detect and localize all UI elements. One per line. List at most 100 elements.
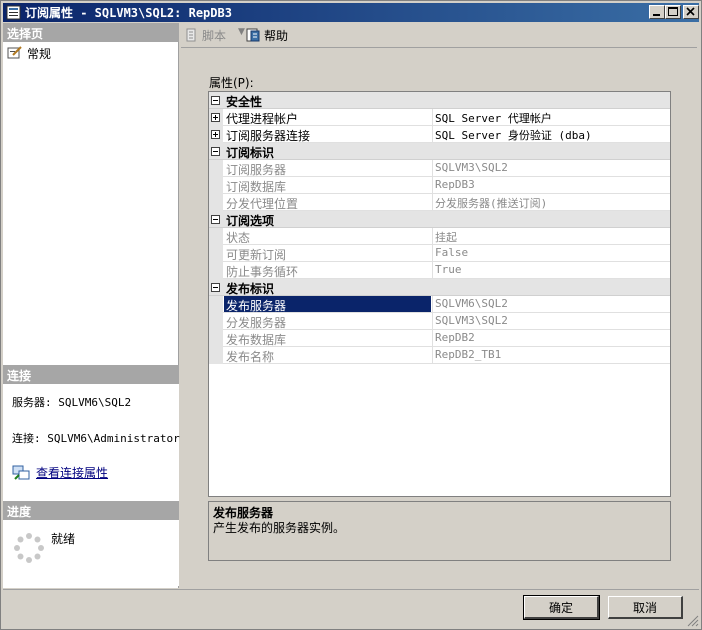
- cancel-button[interactable]: 取消: [608, 596, 683, 619]
- close-button[interactable]: [683, 5, 699, 19]
- script-icon: [186, 28, 196, 42]
- help-label: 帮助: [264, 28, 289, 43]
- row-gutter: [209, 126, 223, 143]
- category-label: 安全性: [226, 95, 263, 109]
- properties-label: 属性(P):: [209, 76, 254, 90]
- help-icon: [246, 28, 260, 42]
- property-row[interactable]: 分发服务器 SQLVM3\SQL2: [209, 313, 670, 330]
- category-publication-identity[interactable]: 发布标识: [209, 279, 670, 296]
- property-value[interactable]: SQL Server 代理帐户: [432, 109, 670, 125]
- progress-status: 就绪: [51, 532, 76, 546]
- row-gutter: [209, 160, 223, 177]
- property-value: RepDB2: [432, 330, 670, 346]
- maximize-button[interactable]: [665, 5, 681, 19]
- row-gutter: [209, 347, 223, 364]
- maximize-icon: [668, 7, 678, 16]
- connection-info: 服务器: SQLVM6\SQL2 连接: SQLVM6\Administrato…: [3, 384, 180, 502]
- property-name: 可更新订阅: [226, 248, 287, 262]
- window-title: 订阅属性 - SQLVM3\SQL2: RepDB3: [25, 6, 232, 20]
- script-dropdown-icon[interactable]: ▼: [238, 27, 245, 37]
- property-value: 挂起: [432, 228, 670, 244]
- category-subscription-options[interactable]: 订阅选项: [209, 211, 670, 228]
- property-name: 发布数据库: [226, 333, 287, 347]
- property-value: SQLVM3\SQL2: [432, 313, 670, 329]
- select-page-header: 选择页: [3, 23, 179, 42]
- property-name: 订阅数据库: [226, 180, 287, 194]
- property-row-selected[interactable]: 发布服务器 SQLVM6\SQL2: [209, 296, 670, 313]
- progress-area: 就绪: [3, 520, 179, 586]
- property-grid[interactable]: 安全性 代理进程帐户 SQL Server 代理帐户 订阅服务器连接 SQL S…: [208, 91, 671, 497]
- property-name: 发布服务器: [224, 296, 431, 313]
- row-gutter: [209, 228, 223, 245]
- row-gutter: [209, 194, 223, 211]
- property-name: 订阅服务器: [226, 163, 287, 177]
- property-value: False: [432, 245, 670, 261]
- page-item-label: 常规: [27, 46, 52, 61]
- server-info: 服务器: SQLVM6\SQL2: [12, 396, 132, 409]
- title-bar: 订阅属性 - SQLVM3\SQL2: RepDB3: [3, 3, 699, 22]
- connection-properties-icon: [12, 465, 30, 480]
- close-icon: [686, 7, 695, 16]
- script-label: 脚本: [202, 28, 227, 43]
- collapse-icon[interactable]: [211, 215, 220, 224]
- property-row[interactable]: 防止事务循环 True: [209, 262, 670, 279]
- script-button[interactable]: 脚本: [183, 27, 226, 43]
- row-gutter: [209, 296, 223, 313]
- property-value: True: [432, 262, 670, 278]
- property-value: RepDB2_TB1: [432, 347, 670, 363]
- property-name: 防止事务循环: [226, 265, 299, 279]
- row-gutter: [209, 109, 223, 126]
- property-row[interactable]: 代理进程帐户 SQL Server 代理帐户: [209, 109, 670, 126]
- expand-icon[interactable]: [211, 130, 220, 139]
- help-button[interactable]: 帮助: [245, 27, 288, 43]
- property-name: 代理进程帐户: [226, 112, 299, 126]
- resize-grip-icon[interactable]: [687, 615, 699, 627]
- row-gutter: [209, 245, 223, 262]
- row-gutter: [209, 262, 223, 279]
- row-gutter: [209, 330, 223, 347]
- property-name: 分发服务器: [226, 316, 287, 330]
- view-connection-properties-link[interactable]: 查看连接属性: [36, 464, 108, 481]
- property-row[interactable]: 订阅服务器 SQLVM3\SQL2: [209, 160, 670, 177]
- page-item-general[interactable]: 常规: [7, 44, 51, 62]
- property-row[interactable]: 订阅数据库 RepDB3: [209, 177, 670, 194]
- property-name: 发布名称: [226, 350, 275, 364]
- minimize-icon: [653, 14, 660, 16]
- property-name: 订阅服务器连接: [226, 129, 311, 143]
- toolbar-divider: [181, 47, 697, 48]
- category-security[interactable]: 安全性: [209, 92, 670, 109]
- collapse-icon[interactable]: [211, 283, 220, 292]
- property-value: RepDB3: [432, 177, 670, 193]
- ok-button[interactable]: 确定: [523, 595, 600, 620]
- left-panel: 选择页 常规 连接 服务器: SQLVM6\SQL2 连接: SQLVM6\Ad…: [3, 23, 180, 588]
- properties-window-icon: [6, 5, 21, 20]
- property-row[interactable]: 可更新订阅 False: [209, 245, 670, 262]
- property-value: SQLVM3\SQL2: [432, 160, 670, 176]
- collapse-icon[interactable]: [211, 147, 220, 156]
- property-row[interactable]: 发布名称 RepDB2_TB1: [209, 347, 670, 364]
- connection-user-info: 连接: SQLVM6\Administrator: [12, 432, 180, 445]
- property-name: 分发代理位置: [226, 197, 299, 211]
- property-row[interactable]: 发布数据库 RepDB2: [209, 330, 670, 347]
- progress-spinner-icon: [14, 533, 44, 563]
- general-page-icon: [7, 46, 22, 59]
- subscription-properties-window: 订阅属性 - SQLVM3\SQL2: RepDB3 选择页 常规 连接 服务器…: [0, 0, 702, 630]
- property-description-panel: 发布服务器 产生发布的服务器实例。: [208, 501, 671, 561]
- row-gutter: [209, 313, 223, 330]
- property-row[interactable]: 状态 挂起: [209, 228, 670, 245]
- property-value[interactable]: SQL Server 身份验证 (dba): [432, 126, 670, 142]
- category-subscription-identity[interactable]: 订阅标识: [209, 143, 670, 160]
- footer-divider: [3, 589, 699, 590]
- property-row[interactable]: 分发代理位置 分发服务器(推送订阅): [209, 194, 670, 211]
- collapse-icon[interactable]: [211, 96, 220, 105]
- view-connection-properties[interactable]: 查看连接属性: [12, 464, 108, 481]
- expand-icon[interactable]: [211, 113, 220, 122]
- connection-header: 连接: [3, 365, 179, 384]
- minimize-button[interactable]: [649, 5, 665, 19]
- property-row[interactable]: 订阅服务器连接 SQL Server 身份验证 (dba): [209, 126, 670, 143]
- property-value: SQLVM6\SQL2: [432, 296, 670, 312]
- property-value: 分发服务器(推送订阅): [432, 194, 670, 210]
- progress-header: 进度: [3, 501, 179, 520]
- row-gutter: [209, 177, 223, 194]
- toolbar: 脚本 ▼ 帮助: [181, 24, 697, 46]
